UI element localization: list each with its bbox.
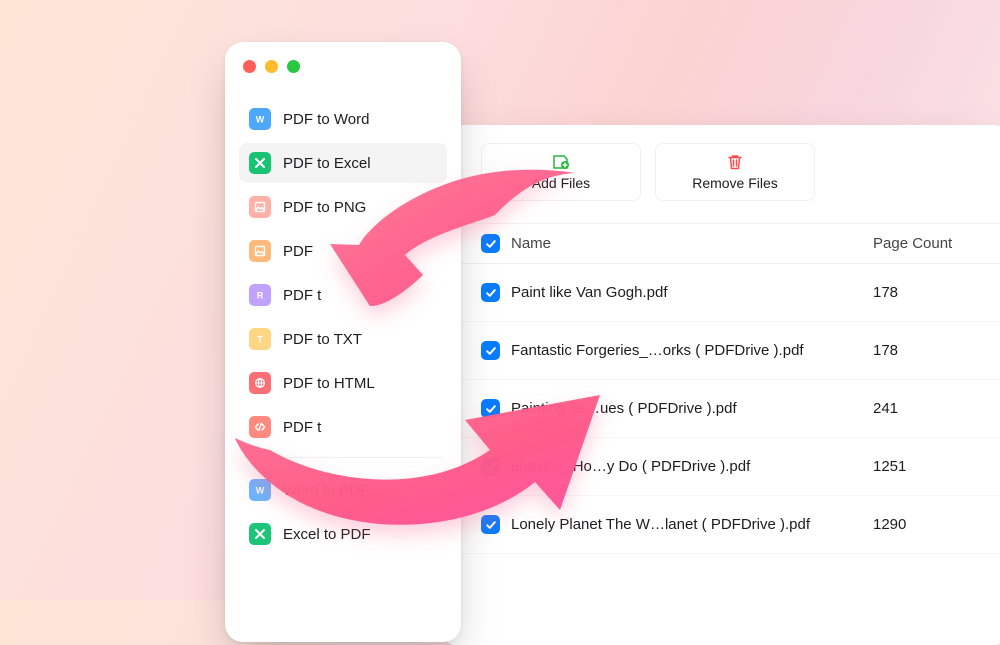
sidebar-item-label: Excel to PDF — [283, 526, 371, 543]
word-icon: W — [249, 479, 271, 501]
sidebar-item-label: PDF to Word — [283, 111, 369, 128]
rtf-icon: R — [249, 284, 271, 306]
sidebar-item-pdf-to-txt[interactable]: T PDF to TXT — [239, 319, 447, 359]
table-row[interactable]: ehavior_ Ho…y Do ( PDFDrive ).pdf 1251 — [445, 438, 1000, 496]
close-icon[interactable] — [243, 60, 256, 73]
page-count: 178 — [873, 284, 983, 301]
page-count: 1251 — [873, 458, 983, 475]
row-checkbox[interactable] — [481, 283, 500, 302]
code-icon — [249, 416, 271, 438]
column-header-name[interactable]: Name — [511, 235, 873, 252]
sidebar-item-pdf-b[interactable]: PDF — [239, 231, 447, 271]
sidebar-item-label: PDF to Excel — [283, 155, 371, 172]
trash-icon — [726, 153, 744, 171]
sidebar-item-pdf-d[interactable]: PDF t — [239, 407, 447, 447]
remove-files-label: Remove Files — [692, 175, 778, 191]
row-checkbox[interactable] — [481, 515, 500, 534]
file-name: Fantastic Forgeries_…orks ( PDFDrive ).p… — [511, 342, 873, 359]
sidebar-item-label: PDF t — [283, 287, 321, 304]
select-all-checkbox[interactable] — [481, 234, 500, 253]
excel-icon — [249, 152, 271, 174]
row-checkbox[interactable] — [481, 341, 500, 360]
toolbar: Add Files Remove Files — [445, 125, 1000, 224]
sidebar-item-pdf-c[interactable]: R PDF t — [239, 275, 447, 315]
sidebar-item-pdf-to-word[interactable]: W PDF to Word — [239, 99, 447, 139]
row-checkbox[interactable] — [481, 457, 500, 476]
table-header: Name Page Count — [445, 224, 1000, 264]
table-row[interactable]: Fantastic Forgeries_…orks ( PDFDrive ).p… — [445, 322, 1000, 380]
minimize-icon[interactable] — [265, 60, 278, 73]
table-row[interactable]: Lonely Planet The W…lanet ( PDFDrive ).p… — [445, 496, 1000, 554]
file-name: Lonely Planet The W…lanet ( PDFDrive ).p… — [511, 516, 873, 533]
sidebar-window: W PDF to Word PDF to Excel PDF to PNG PD… — [225, 42, 461, 642]
sidebar-item-label: PDF — [283, 243, 313, 260]
file-list-panel: Add Files Remove Files Name Page Count P… — [445, 125, 1000, 645]
sidebar-item-pdf-to-excel[interactable]: PDF to Excel — [239, 143, 447, 183]
window-traffic-lights — [225, 60, 461, 73]
svg-text:W: W — [256, 115, 265, 125]
conversion-list: W PDF to Word PDF to Excel PDF to PNG PD… — [225, 99, 461, 554]
sidebar-item-label: Word to PDF — [283, 482, 369, 499]
sidebar-item-label: PDF to PNG — [283, 199, 366, 216]
sidebar-item-pdf-to-html[interactable]: PDF to HTML — [239, 363, 447, 403]
html-icon — [249, 372, 271, 394]
add-files-button[interactable]: Add Files — [481, 143, 641, 201]
image-icon — [249, 240, 271, 262]
sidebar-item-label: PDF to TXT — [283, 331, 362, 348]
excel-icon — [249, 523, 271, 545]
word-icon: W — [249, 108, 271, 130]
column-header-pages[interactable]: Page Count — [873, 235, 983, 252]
page-count: 241 — [873, 400, 983, 417]
page-count: 1290 — [873, 516, 983, 533]
sidebar-separator — [243, 457, 443, 458]
add-files-label: Add Files — [532, 175, 590, 191]
maximize-icon[interactable] — [287, 60, 300, 73]
table-row[interactable]: Painting Te…ues ( PDFDrive ).pdf 241 — [445, 380, 1000, 438]
svg-text:T: T — [257, 335, 263, 345]
remove-files-button[interactable]: Remove Files — [655, 143, 815, 201]
sidebar-item-word-to-pdf[interactable]: W Word to PDF — [239, 470, 447, 510]
table-row[interactable]: Paint like Van Gogh.pdf 178 — [445, 264, 1000, 322]
image-icon — [249, 196, 271, 218]
svg-text:R: R — [257, 291, 264, 301]
sidebar-item-label: PDF to HTML — [283, 375, 375, 392]
sidebar-item-pdf-to-png[interactable]: PDF to PNG — [239, 187, 447, 227]
file-name: ehavior_ Ho…y Do ( PDFDrive ).pdf — [511, 458, 873, 475]
page-count: 178 — [873, 342, 983, 359]
row-checkbox[interactable] — [481, 399, 500, 418]
sidebar-item-excel-to-pdf[interactable]: Excel to PDF — [239, 514, 447, 554]
add-file-icon — [551, 153, 571, 171]
file-name: Painting Te…ues ( PDFDrive ).pdf — [511, 400, 873, 417]
sidebar-item-label: PDF t — [283, 419, 321, 436]
svg-text:W: W — [256, 486, 265, 496]
text-icon: T — [249, 328, 271, 350]
file-name: Paint like Van Gogh.pdf — [511, 284, 873, 301]
